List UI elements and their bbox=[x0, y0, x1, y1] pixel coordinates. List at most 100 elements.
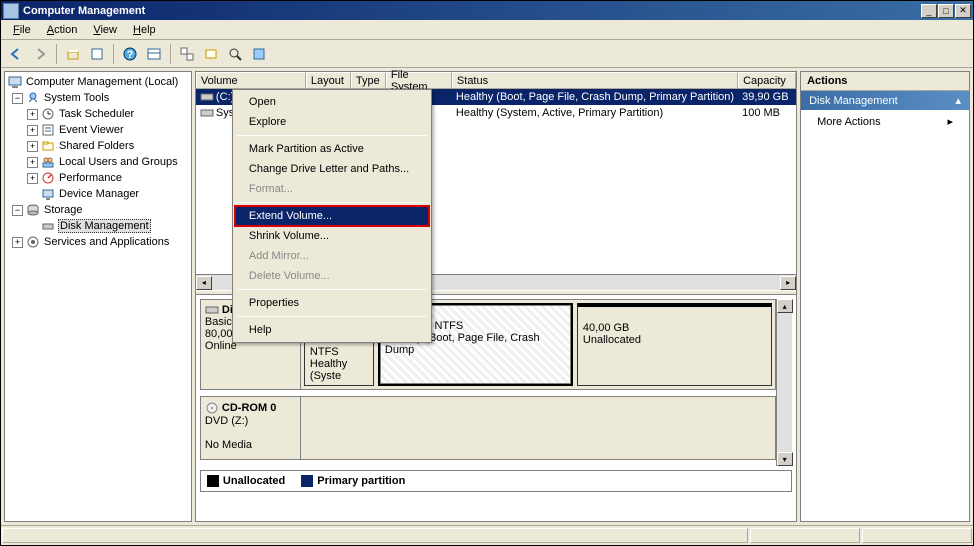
actions-more[interactable]: More Actions ▸ bbox=[801, 110, 969, 133]
toolbar-icon-3[interactable] bbox=[200, 43, 222, 65]
tree-label: Storage bbox=[43, 204, 84, 216]
chevron-up-icon: ▴ bbox=[955, 94, 961, 107]
toolbar-icon-1[interactable] bbox=[143, 43, 165, 65]
expander-icon[interactable]: + bbox=[27, 109, 38, 120]
disk-icon bbox=[40, 218, 56, 234]
actions-band[interactable]: Disk Management ▴ bbox=[801, 91, 969, 110]
toolbar-icon-4[interactable] bbox=[224, 43, 246, 65]
separator bbox=[237, 135, 427, 136]
expander-icon[interactable]: + bbox=[12, 237, 23, 248]
toolbar-icon-2[interactable] bbox=[176, 43, 198, 65]
expander-icon[interactable]: + bbox=[27, 125, 38, 136]
toolbar-icon-5[interactable] bbox=[248, 43, 270, 65]
ctx-open[interactable]: Open bbox=[235, 92, 429, 112]
tree-label: Computer Management (Local) bbox=[25, 76, 179, 88]
ctx-change-letter[interactable]: Change Drive Letter and Paths... bbox=[235, 159, 429, 179]
legend-swatch-primary bbox=[301, 475, 313, 487]
tree-label: Device Manager bbox=[58, 188, 140, 200]
expander-icon[interactable]: + bbox=[27, 141, 38, 152]
menu-bar: File Action View Help bbox=[1, 20, 973, 40]
col-capacity[interactable]: Capacity bbox=[738, 72, 796, 88]
tree-label: Event Viewer bbox=[58, 124, 125, 136]
svg-text:?: ? bbox=[127, 49, 134, 61]
volume-header-row: Volume Layout Type File System Status Ca… bbox=[196, 72, 796, 89]
drive-icon bbox=[200, 107, 214, 119]
context-menu: Open Explore Mark Partition as Active Ch… bbox=[232, 89, 432, 343]
volume-list[interactable]: Volume Layout Type File System Status Ca… bbox=[196, 72, 796, 290]
partition-unallocated[interactable]: 40,00 GB Unallocated bbox=[577, 303, 772, 386]
separator bbox=[237, 316, 427, 317]
title-bar: Computer Management _ □ ✕ bbox=[1, 1, 973, 20]
col-filesystem[interactable]: File System bbox=[386, 72, 452, 88]
ctx-properties[interactable]: Properties bbox=[235, 293, 429, 313]
legend: Unallocated Primary partition bbox=[200, 470, 792, 492]
tree-root[interactable]: Computer Management (Local) bbox=[7, 74, 189, 90]
tree-taskscheduler[interactable]: + Task Scheduler bbox=[7, 106, 189, 122]
menu-action[interactable]: Action bbox=[39, 22, 86, 38]
properties-button[interactable] bbox=[86, 43, 108, 65]
vertical-scrollbar[interactable]: ▴ ▾ bbox=[776, 299, 792, 466]
col-volume[interactable]: Volume bbox=[196, 72, 306, 88]
col-type[interactable]: Type bbox=[351, 72, 386, 88]
forward-button[interactable] bbox=[29, 43, 51, 65]
tree-pane[interactable]: Computer Management (Local) − System Too… bbox=[4, 71, 192, 522]
tree-localusers[interactable]: + Local Users and Groups bbox=[7, 154, 189, 170]
menu-help[interactable]: Help bbox=[125, 22, 164, 38]
expander-icon[interactable]: − bbox=[12, 205, 23, 216]
expander-icon[interactable]: − bbox=[12, 93, 23, 104]
col-layout[interactable]: Layout bbox=[306, 72, 351, 88]
center-pane: Volume Layout Type File System Status Ca… bbox=[195, 71, 797, 522]
device-icon bbox=[40, 186, 56, 202]
ctx-extend-volume[interactable]: Extend Volume... bbox=[235, 206, 429, 226]
event-icon bbox=[40, 122, 56, 138]
expander-icon[interactable]: + bbox=[27, 173, 38, 184]
cdrom-icon bbox=[205, 401, 219, 415]
disk-info: CD-ROM 0 DVD (Z:) No Media bbox=[201, 397, 301, 459]
main-area: Computer Management (Local) − System Too… bbox=[1, 68, 973, 525]
ctx-delete-volume: Delete Volume... bbox=[235, 266, 429, 286]
ctx-add-mirror: Add Mirror... bbox=[235, 246, 429, 266]
tree-sharedfolders[interactable]: + Shared Folders bbox=[7, 138, 189, 154]
chevron-right-icon: ▸ bbox=[947, 115, 953, 128]
services-icon bbox=[25, 234, 41, 250]
tree-diskmgmt[interactable]: Disk Management bbox=[7, 218, 189, 234]
close-button[interactable]: ✕ bbox=[955, 4, 971, 18]
drive-icon bbox=[200, 91, 214, 103]
folder-icon bbox=[40, 138, 56, 154]
tree-services[interactable]: + Services and Applications bbox=[7, 234, 189, 250]
tree-label: Local Users and Groups bbox=[58, 156, 179, 168]
scroll-left-icon[interactable]: ◂ bbox=[196, 276, 212, 290]
app-icon bbox=[3, 3, 19, 19]
ctx-help[interactable]: Help bbox=[235, 320, 429, 340]
maximize-button[interactable]: □ bbox=[938, 4, 954, 18]
disk-icon bbox=[205, 304, 219, 316]
tree-systools[interactable]: − System Tools bbox=[7, 90, 189, 106]
tree-eventviewer[interactable]: + Event Viewer bbox=[7, 122, 189, 138]
tree-performance[interactable]: + Performance bbox=[7, 170, 189, 186]
help-button[interactable]: ? bbox=[119, 43, 141, 65]
scroll-right-icon[interactable]: ▸ bbox=[780, 276, 796, 290]
expander-icon[interactable]: + bbox=[27, 157, 38, 168]
legend-swatch-unallocated bbox=[207, 475, 219, 487]
back-button[interactable] bbox=[5, 43, 27, 65]
separator bbox=[237, 202, 427, 203]
storage-icon bbox=[25, 202, 41, 218]
window-title: Computer Management bbox=[23, 5, 921, 17]
tree-devicemgr[interactable]: Device Manager bbox=[7, 186, 189, 202]
actions-header: Actions bbox=[801, 72, 969, 91]
minimize-button[interactable]: _ bbox=[921, 4, 937, 18]
scroll-up-icon[interactable]: ▴ bbox=[777, 299, 793, 313]
col-status[interactable]: Status bbox=[452, 72, 738, 88]
up-button[interactable] bbox=[62, 43, 84, 65]
clock-icon bbox=[40, 106, 56, 122]
cdrom-0[interactable]: CD-ROM 0 DVD (Z:) No Media bbox=[200, 396, 776, 460]
ctx-shrink-volume[interactable]: Shrink Volume... bbox=[235, 226, 429, 246]
scroll-down-icon[interactable]: ▾ bbox=[777, 452, 793, 466]
menu-view[interactable]: View bbox=[85, 22, 125, 38]
ctx-mark-active[interactable]: Mark Partition as Active bbox=[235, 139, 429, 159]
computer-icon bbox=[7, 74, 23, 90]
ctx-explore[interactable]: Explore bbox=[235, 112, 429, 132]
menu-file[interactable]: File bbox=[5, 22, 39, 38]
tree-storage[interactable]: − Storage bbox=[7, 202, 189, 218]
performance-icon bbox=[40, 170, 56, 186]
